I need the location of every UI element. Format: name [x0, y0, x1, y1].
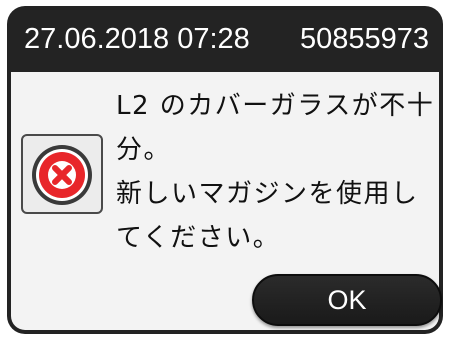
message-line: てください。: [116, 223, 281, 253]
ok-button[interactable]: OK: [252, 274, 442, 326]
message-line: 分。: [116, 135, 172, 165]
datetime-label: 27.06.2018 07:28: [24, 23, 250, 55]
message-line: L2 のカバーガラスが不十: [116, 91, 435, 121]
dialog-content: L2 のカバーガラスが不十 分。 新しいマガジンを使用し てください。 OK: [11, 72, 442, 330]
error-message: L2 のカバーガラスが不十 分。 新しいマガジンを使用し てください。: [116, 84, 436, 260]
serial-number-label: 50855973: [299, 23, 429, 55]
error-icon: [32, 145, 92, 205]
error-icon-box: [21, 134, 103, 214]
dialog-titlebar: 27.06.2018 07:28 50855973: [7, 6, 443, 72]
message-line: 新しいマガジンを使用し: [116, 179, 419, 209]
error-dialog: 27.06.2018 07:28 50855973 L2 のカバーガラスが不十 …: [7, 6, 443, 334]
